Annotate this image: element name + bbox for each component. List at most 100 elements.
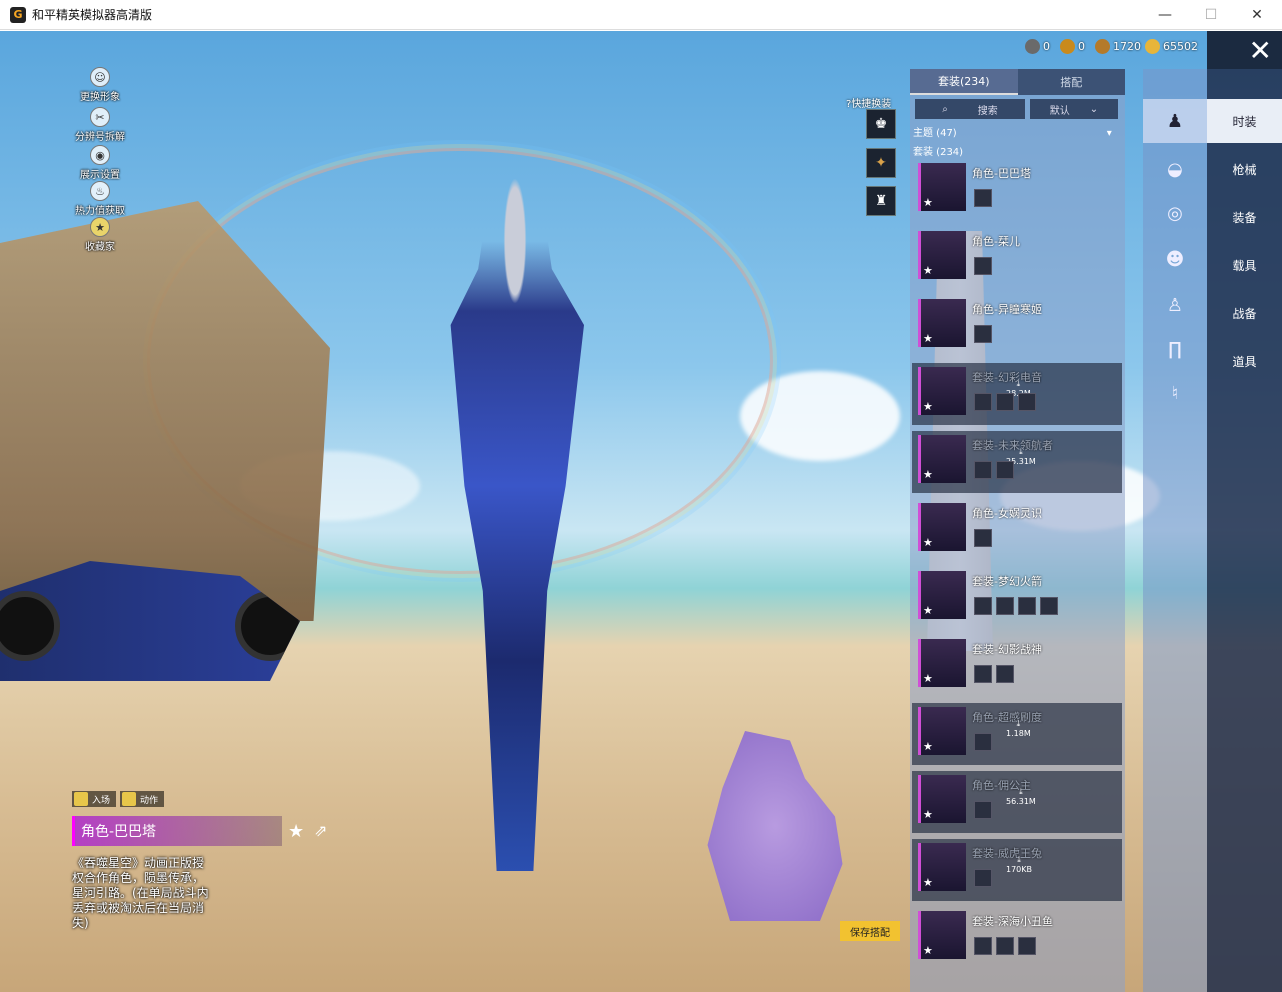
sub-item[interactable] [996, 937, 1014, 955]
search-icon: ⌕ [942, 103, 948, 115]
share-icon[interactable]: ⇗ [314, 821, 327, 840]
menu-display-settings[interactable]: ◉ 展示设置 [60, 145, 140, 185]
tab-combos[interactable]: 搭配 [1018, 69, 1126, 95]
filter-theme[interactable]: 主题 (47) ▾ [913, 124, 1112, 139]
list-item[interactable]: ★ 角色-栞儿 [912, 227, 1122, 289]
minimize-button[interactable]: — [1142, 0, 1188, 30]
sub-item[interactable] [996, 665, 1014, 683]
outfit-icon: ♟ [1166, 110, 1184, 132]
search-input[interactable]: ⌕ 搜索 [915, 99, 1025, 119]
coin-icon [1060, 39, 1075, 54]
sub-item[interactable] [974, 597, 992, 615]
save-combo-button[interactable]: 保存搭配 [840, 921, 900, 941]
cat-pants[interactable]: ∏ [1143, 327, 1207, 371]
game-scene: ☺ 更换形象 ✂ 分辨号拆解 ◉ 展示设置 ♨ 热力值获取 ★ 收藏家 0 0 … [0, 31, 1282, 992]
sub-item[interactable] [974, 801, 992, 819]
list-item[interactable]: ★ 套装-未来领航者 ⤓ 25.31M [912, 431, 1122, 493]
list-item[interactable]: ★ 角色-巴巴塔 [912, 159, 1122, 221]
tab-battle-gear[interactable]: 战备 [1207, 291, 1282, 335]
star-icon: ★ [923, 468, 933, 481]
list-item[interactable]: ★ 角色-女娲灵识 [912, 499, 1122, 561]
item-thumbnail: ★ [918, 367, 966, 415]
outfit-list-panel: 套装(234) 搭配 ⌕ 搜索 默认 ⌄ 主题 (47) ▾ 套装 (234) ★ 角… [910, 69, 1125, 992]
sub-item[interactable] [1018, 937, 1036, 955]
star-icon: ★ [923, 740, 933, 753]
item-thumbnail: ★ [918, 231, 966, 279]
cat-hat[interactable]: ◒ [1143, 147, 1207, 191]
menu-collector[interactable]: ★ 收藏家 [60, 217, 140, 257]
sub-item[interactable] [1040, 597, 1058, 615]
sub-item[interactable] [996, 393, 1014, 411]
download-indicator[interactable]: ⤓ 56.31M [1006, 787, 1036, 806]
quick-switch-slot-1[interactable]: ♚ [866, 109, 896, 139]
quick-switch-slot-2[interactable]: ✦ [866, 148, 896, 178]
menu-heat[interactable]: ♨ 热力值获取 [60, 181, 140, 221]
sub-item[interactable] [974, 393, 992, 411]
star-icon: ★ [923, 536, 933, 549]
sub-item[interactable] [974, 257, 992, 275]
sub-item[interactable] [974, 665, 992, 683]
list-item[interactable]: ★ 角色-超感刷度 ⤓ 1.18M [912, 703, 1122, 765]
pet-pony[interactable] [707, 731, 843, 921]
sub-item[interactable] [996, 461, 1014, 479]
quick-switch-label: ?快捷换装 [846, 99, 892, 110]
list-item[interactable]: ★ 套装-威虎王兔 ⤓ 170KB [912, 839, 1122, 901]
cat-shoes[interactable]: ♮ [1143, 371, 1207, 415]
window-title: 和平精英模拟器高清版 [32, 8, 153, 22]
download-icon: ⤓ [1019, 447, 1023, 456]
eye-icon: ◉ [90, 145, 110, 165]
currency-silver: 0 [1025, 39, 1050, 54]
sub-item[interactable] [974, 869, 992, 887]
tab-guns[interactable]: 枪械 [1207, 147, 1282, 191]
coin-icon [1095, 39, 1110, 54]
close-window-button[interactable]: ✕ [1234, 0, 1280, 30]
tab-props[interactable]: 道具 [1207, 339, 1282, 383]
menu-split[interactable]: ✂ 分辨号拆解 [60, 107, 140, 147]
tag-action[interactable]: 动作 [120, 791, 165, 807]
cat-body[interactable]: ♙ [1143, 283, 1207, 327]
item-thumbnail: ★ [918, 435, 966, 483]
sub-item[interactable] [974, 529, 992, 547]
filter-outfit[interactable]: 套装 (234) [913, 143, 963, 158]
app-icon: G [10, 6, 26, 23]
menu-change-appearance[interactable]: ☺ 更换形象 [60, 67, 140, 107]
sub-item[interactable] [974, 733, 992, 751]
list-item[interactable]: ★ 套装-梦幻火箭 [912, 567, 1122, 629]
list-item[interactable]: ★ 角色-佣公主 ⤓ 56.31M [912, 771, 1122, 833]
tab-equipment[interactable]: 装备 [1207, 195, 1282, 239]
emblem-icon: ✦ [875, 155, 887, 171]
cat-goggles[interactable]: ◎ [1143, 191, 1207, 235]
tab-vehicles[interactable]: 载具 [1207, 243, 1282, 287]
tab-fashion[interactable]: 时装 [1207, 99, 1282, 143]
quick-switch-slot-3[interactable]: ♜ [866, 186, 896, 216]
wheel [0, 591, 60, 661]
star-icon: ★ [923, 808, 933, 821]
sort-select[interactable]: 默认 ⌄ [1030, 99, 1118, 119]
sub-item[interactable] [974, 461, 992, 479]
star-icon: ★ [923, 876, 933, 889]
download-indicator[interactable]: ⤓ 1.18M [1006, 719, 1031, 738]
list-item[interactable]: ★ 套装-深海小丑鱼 [912, 907, 1122, 969]
star-icon: ★ [923, 332, 933, 345]
list-item[interactable]: ★ 角色-异瞳寒姬 [912, 295, 1122, 357]
favorite-star-icon[interactable]: ★ [288, 821, 304, 842]
sub-item[interactable] [996, 597, 1014, 615]
tab-outfits[interactable]: 套装(234) [910, 69, 1018, 95]
currency-points: 65502 [1145, 39, 1198, 54]
sub-item[interactable] [1018, 597, 1036, 615]
split-icon: ✂ [90, 107, 110, 127]
sub-item[interactable] [974, 325, 992, 343]
cat-mask[interactable]: ☻ [1143, 237, 1207, 281]
cat-outfit[interactable]: ♟ [1143, 99, 1207, 143]
list-item[interactable]: ★ 套装-幻彩电音 ⤓28.2M [912, 363, 1122, 425]
sub-item[interactable] [1018, 393, 1036, 411]
close-panel-button[interactable]: ✕ [1207, 31, 1282, 69]
download-indicator[interactable]: ⤓ 170KB [1006, 855, 1032, 874]
item-thumbnail: ★ [918, 843, 966, 891]
tag-entrance[interactable]: 入场 [72, 791, 117, 807]
mask-icon: ☻ [1165, 248, 1185, 270]
sub-item[interactable] [974, 189, 992, 207]
list-item[interactable]: ★ 套装-幻影战神 [912, 635, 1122, 697]
sub-item[interactable] [974, 937, 992, 955]
maximize-button[interactable]: ☐ [1188, 0, 1234, 30]
